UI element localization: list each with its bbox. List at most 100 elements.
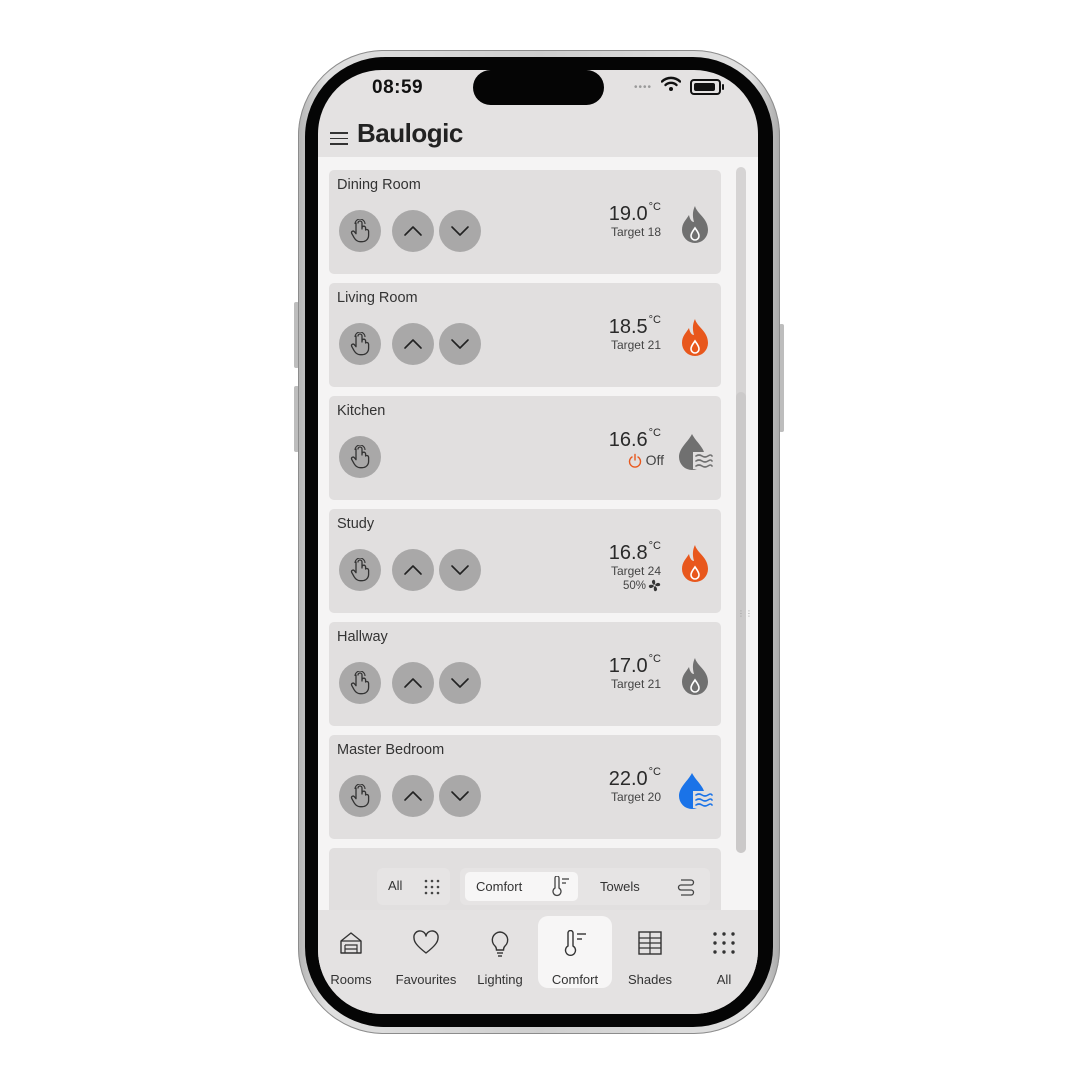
temp-down-button[interactable] [439,775,481,817]
temp-up-button[interactable] [392,323,434,365]
bottom-navigation: Rooms Favourites Lighting Comfort Shades All [318,910,758,1014]
target-temperature: Target 20 [610,790,661,804]
chevron-down-icon [450,564,470,576]
touch-control-button[interactable] [339,775,381,817]
filter-towels-label[interactable]: Towels [600,879,640,894]
temp-up-button[interactable] [392,775,434,817]
temp-down-button[interactable] [439,210,481,252]
temperature-value: 16.6 [608,429,648,451]
touch-control-button[interactable] [339,549,381,591]
drop-waves-icon [677,769,713,809]
off-status: Off [628,452,664,468]
flame-icon [677,543,713,583]
temperature-value: 16.8 [608,542,648,564]
nav-tab-shades[interactable]: Shades [613,916,687,988]
temp-up-button[interactable] [392,549,434,591]
touch-control-button[interactable] [339,436,381,478]
wifi-icon [661,76,681,91]
room-name: Dining Room [337,177,421,193]
touch-control-button[interactable] [339,323,381,365]
flame-icon [677,204,713,244]
chevron-up-icon [403,338,423,350]
scrollbar-thumb[interactable] [736,392,746,853]
current-temperature: 17.0°C [608,653,661,678]
touch-hand-icon [349,558,371,582]
temperature-unit: °C [648,766,661,778]
room-name: Kitchen [337,403,386,419]
touch-control-button[interactable] [339,662,381,704]
target-temperature: Target 24 [610,564,661,578]
drop-waves-icon [677,430,713,470]
touch-hand-icon [349,784,371,808]
scroll-grip-icon: ⋮⋮ [737,609,753,618]
filter-category-group: Comfort Towels [460,868,710,905]
temperature-value: 18.5 [608,316,648,338]
chevron-up-icon [403,564,423,576]
temperature-unit: °C [648,653,661,665]
nav-tab-comfort[interactable]: Comfort [538,916,612,988]
shades-icon [637,930,663,961]
chevron-down-icon [450,225,470,237]
power-icon [628,453,642,468]
room-name: Study [337,516,375,532]
temp-up-button[interactable] [392,662,434,704]
touch-hand-icon [349,671,371,695]
temp-up-button[interactable] [392,210,434,252]
temp-down-button[interactable] [439,549,481,591]
temperature-value: 17.0 [608,655,648,677]
nav-tab-all[interactable]: All [687,916,758,988]
app-title: Baulogic [357,118,463,148]
cellular-dots-icon: •••• [634,82,653,93]
room-card-master-bedroom[interactable]: Master Bedroom 22.0°C Target 20 [329,735,721,839]
filter-comfort-label: Comfort [476,879,523,894]
chevron-down-icon [450,790,470,802]
room-list-area[interactable]: Dining Room 19.0°C Target 18 Living Room 18.… [318,157,758,910]
filter-all-button[interactable]: All [377,868,450,905]
target-temperature: Target 18 [610,225,661,239]
bulb-icon [488,930,512,963]
touch-control-button[interactable] [339,210,381,252]
chevron-down-icon [450,677,470,689]
nav-tab-rooms[interactable]: Rooms [318,916,388,988]
chevron-up-icon [403,225,423,237]
temperature-value: 22.0 [608,768,648,790]
chevron-up-icon [403,790,423,802]
touch-hand-icon [349,445,371,469]
filter-all-label: All [388,878,403,893]
nav-tab-label: Favourites [395,972,457,987]
nav-tab-favourites[interactable]: Favourites [389,916,463,988]
fan-speed-value: 50% [622,579,646,592]
house-icon [338,930,364,961]
status-time: 08:59 [372,77,424,98]
app-screen: 08:59 •••• Baulogic Dining Room 19.0°C Tar… [318,70,758,1014]
current-temperature: 16.6°C [608,427,661,452]
target-temperature: Target 21 [610,677,661,691]
nav-tab-label: Rooms [330,972,372,987]
filter-comfort-button[interactable]: Comfort [465,872,578,901]
touch-hand-icon [349,219,371,243]
touch-hand-icon [349,332,371,356]
target-temperature: Target 21 [610,338,661,352]
temperature-unit: °C [648,201,661,213]
menu-icon[interactable] [330,132,348,145]
current-temperature: 19.0°C [608,201,661,226]
fan-icon [648,579,661,592]
room-card-living-room[interactable]: Living Room 18.5°C Target 21 [329,283,721,387]
heart-icon [412,930,440,961]
temp-down-button[interactable] [439,662,481,704]
grid-icon [424,879,440,895]
room-list[interactable]: Dining Room 19.0°C Target 18 Living Room 18.… [329,170,721,910]
nav-tab-label: Comfort [551,972,599,987]
nav-tab-lighting[interactable]: Lighting [463,916,537,988]
room-card-kitchen[interactable]: Kitchen 16.6°C Off [329,396,721,500]
temperature-value: 19.0 [608,203,648,225]
room-card-dining-room[interactable]: Dining Room 19.0°C Target 18 [329,170,721,274]
room-card-hallway[interactable]: Hallway 17.0°C Target 21 [329,622,721,726]
flame-icon [677,317,713,357]
battery-icon [690,79,724,95]
flame-icon [677,656,713,696]
dynamic-island [473,70,604,105]
room-card-study[interactable]: Study 16.8°C Target 24 50% [329,509,721,613]
temp-down-button[interactable] [439,323,481,365]
nav-tab-label: Lighting [477,972,523,987]
